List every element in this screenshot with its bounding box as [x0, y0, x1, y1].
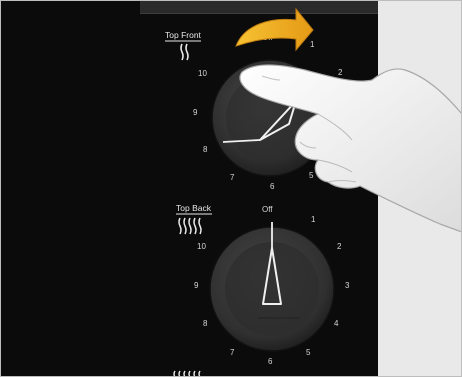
- frame-border: [0, 0, 462, 377]
- stove-control-illustration: Top Front Off 1 2 3 4 5 6 7 8 9 10: [0, 0, 462, 377]
